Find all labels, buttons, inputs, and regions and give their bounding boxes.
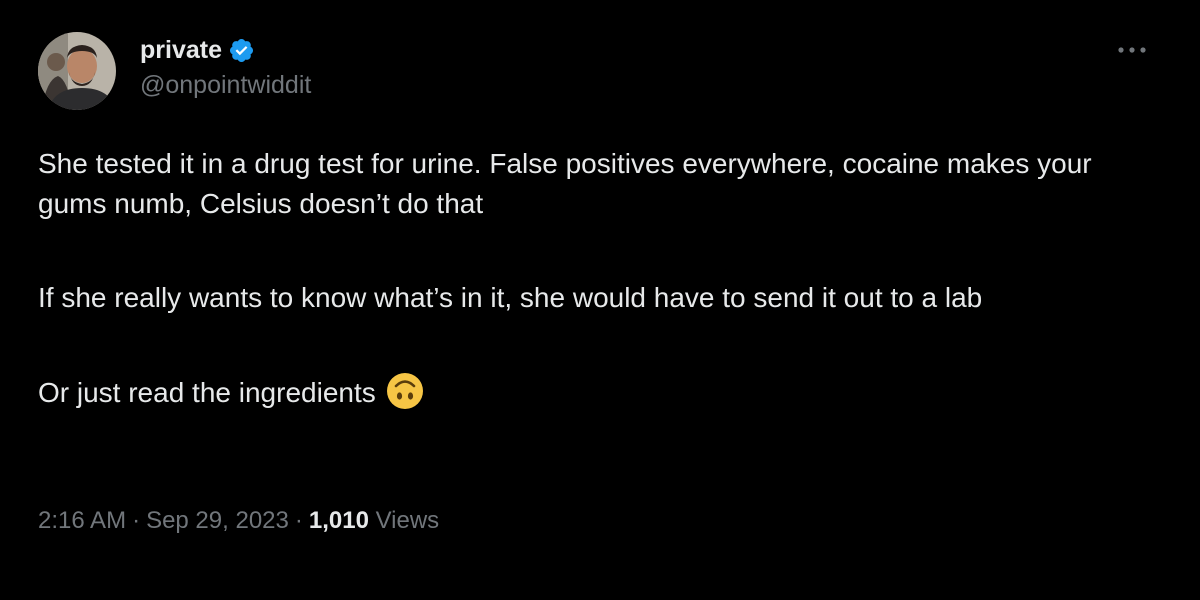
author-handle[interactable]: @onpointwiddit [140,70,311,100]
views-count: 1,010 [308,507,369,534]
tweet-paragraph-last: Or just read the ingredients [38,372,1158,413]
meta-separator: · [294,507,303,534]
views-label: Views [375,507,440,534]
tweet-time[interactable]: 2:16 AM [38,507,126,534]
author-info: private @onpointwiddit [140,32,311,100]
upside-down-face-icon [386,372,424,410]
tweet-card: private @onpointwiddit She tested it in … [0,0,1200,600]
author-name-row: private [140,32,311,68]
tweet-paragraph: She tested it in a drug test for urine. … [38,148,1092,219]
tweet-paragraph: If she really wants to know what’s in it… [38,282,983,313]
verified-badge-icon[interactable] [228,37,255,64]
profile-avatar-image [38,32,116,110]
author-avatar[interactable] [38,32,116,110]
tweet-date[interactable]: Sep 29, 2023 [146,507,289,534]
more-options-button[interactable] [1112,38,1152,62]
tweet-paragraph-text: Or just read the ingredients [38,377,376,408]
tweet-text: She tested it in a drug test for urine. … [38,144,1158,413]
more-horizontal-icon [1118,47,1146,53]
meta-separator: · [132,507,141,534]
tweet-metadata: 2:16 AM · Sep 29, 2023 · 1,010 Views [38,504,439,538]
author-display-name[interactable]: private [140,32,222,68]
